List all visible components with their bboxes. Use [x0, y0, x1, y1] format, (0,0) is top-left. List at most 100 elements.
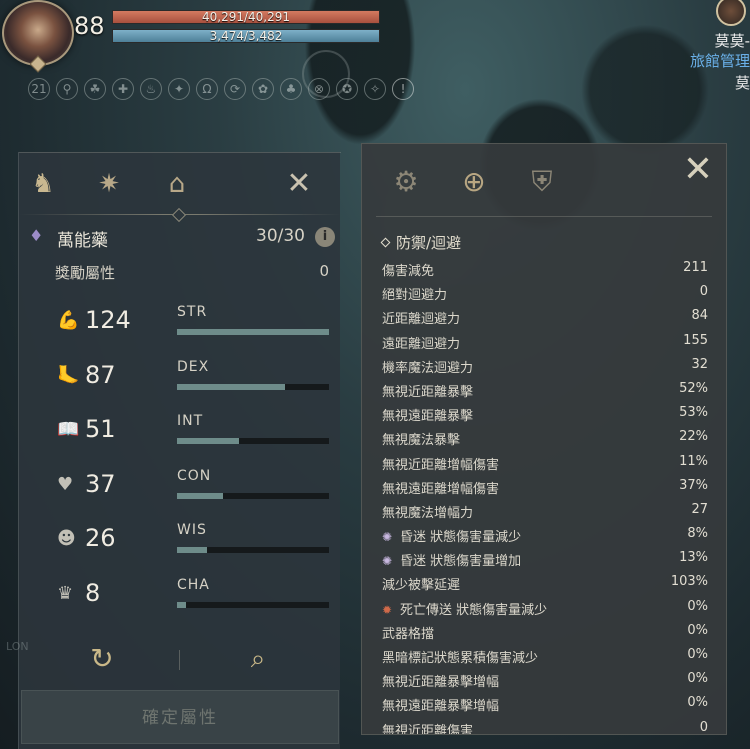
- stat-label-text: 無視遠距離增幅傷害: [382, 481, 500, 497]
- stat-label-text: 死亡傳送 狀態傷害量減少: [400, 602, 548, 618]
- compass-star-icon[interactable]: ✷: [89, 164, 129, 204]
- buff-icon[interactable]: ⚲: [56, 78, 78, 100]
- stat-row[interactable]: ✺ 昏迷 狀態傷害量減少 8%: [382, 524, 708, 548]
- helmet-icon[interactable]: ♞: [23, 164, 63, 204]
- stat-value: 84: [691, 308, 708, 324]
- buff-icon[interactable]: ✦: [168, 78, 190, 100]
- attribute-bar: [177, 438, 329, 444]
- stat-row[interactable]: 絕對迴避力 0: [382, 282, 708, 306]
- stat-value: 32: [691, 356, 708, 372]
- buff-icon[interactable]: ✚: [112, 78, 134, 100]
- stat-row[interactable]: 減少被擊延遲 103%: [382, 572, 708, 596]
- stat-row[interactable]: 無視魔法暴擊 22%: [382, 427, 708, 451]
- helmet-shield-icon[interactable]: ⛨: [520, 160, 564, 204]
- stat-row[interactable]: 無視近距離暴擊增幅 0%: [382, 669, 708, 693]
- stun-icon: ✺: [382, 530, 393, 545]
- attribute-bar: [177, 383, 329, 390]
- potion-name: 萬能藥: [57, 231, 108, 251]
- attribute-name: DEX: [177, 358, 210, 375]
- stat-row[interactable]: 武器格擋 0%: [382, 621, 708, 645]
- stat-label: 無視近距離增幅傷害: [382, 454, 499, 473]
- stat-label: 傷害減免: [382, 260, 434, 279]
- tab-divider: [19, 214, 341, 215]
- attribute-row-cha: ♛ 8 CHA: [57, 577, 337, 617]
- stat-row[interactable]: 無視近距離增幅傷害 11%: [382, 452, 708, 476]
- stat-row[interactable]: 無視遠距離增幅傷害 37%: [382, 476, 708, 500]
- attribute-bar: [177, 601, 329, 608]
- attribute-row-str: 💪 124 STR: [57, 304, 337, 344]
- stat-value: 211: [683, 260, 708, 275]
- stat-label: 無視近距離暴擊增幅: [382, 671, 499, 690]
- helmet-plus-icon[interactable]: ⊕: [452, 160, 496, 204]
- confirm-attributes-button[interactable]: 確定屬性: [21, 690, 339, 744]
- stat-row[interactable]: ✹ 死亡傳送 狀態傷害量減少 0%: [382, 597, 708, 621]
- stat-label: 遠距離迴避力: [382, 333, 460, 352]
- buff-icon[interactable]: !: [392, 78, 414, 100]
- stat-label-text: 無視近距離傷害: [382, 723, 474, 735]
- attribute-row-int: 📖 51 INT: [57, 413, 337, 453]
- stat-label: ✹ 死亡傳送 狀態傷害量減少: [382, 599, 547, 618]
- stat-value: 0%: [687, 598, 708, 614]
- stat-label: ✺ 昏迷 狀態傷害量增加: [382, 550, 521, 569]
- stat-row[interactable]: 機率魔法迴避力 32: [382, 355, 708, 379]
- stat-row[interactable]: 傷害減免 211: [382, 258, 708, 282]
- buff-icon[interactable]: 21: [28, 78, 50, 100]
- stat-value: 53%: [679, 405, 708, 421]
- stat-value: 0%: [687, 671, 708, 687]
- stat-row[interactable]: 遠距離迴避力 155: [382, 331, 708, 355]
- attribute-value: 37: [85, 469, 116, 498]
- npc-avatar[interactable]: [716, 0, 746, 26]
- character-portrait[interactable]: [2, 0, 74, 66]
- attribute-value: 26: [85, 524, 116, 552]
- stat-row[interactable]: 無視遠距離暴擊增幅 0%: [382, 693, 708, 717]
- stat-row[interactable]: 無視近距離暴擊 52%: [382, 379, 708, 403]
- buff-icon[interactable]: ☘: [84, 78, 106, 100]
- attribute-value: 124: [85, 306, 131, 334]
- stat-value: 27: [691, 501, 708, 517]
- stat-label-text: 無視近距離暴擊增幅: [382, 675, 500, 691]
- stat-row[interactable]: 無視遠距離暴擊 53%: [382, 403, 708, 427]
- reset-icon[interactable]: ↻: [85, 642, 119, 676]
- attribute-value: 87: [85, 360, 116, 389]
- attribute-bar-fill: [177, 329, 329, 335]
- diamond-icon: [380, 237, 391, 248]
- stat-row[interactable]: 無視魔法增幅力 27: [382, 500, 708, 524]
- npc-name: 莫莫-: [714, 32, 750, 50]
- stat-row[interactable]: ✺ 昏迷 狀態傷害量增加 13%: [382, 548, 708, 572]
- info-icon[interactable]: i: [315, 227, 335, 247]
- buff-icon[interactable]: ✿: [252, 78, 274, 100]
- search-icon[interactable]: ⌕: [241, 642, 275, 676]
- stat-label-text: 傷害減免: [382, 264, 435, 279]
- character-level: 88: [74, 12, 105, 40]
- buff-icon[interactable]: ♣: [280, 78, 302, 100]
- death-teleport-icon: ✹: [382, 602, 393, 617]
- close-icon[interactable]: ✕: [676, 148, 720, 192]
- stat-row[interactable]: 近距離迴避力 84: [382, 306, 708, 330]
- attribute-bar-fill: [177, 438, 240, 444]
- mp-bar: 3,474/3,482: [112, 29, 380, 43]
- helmet-gear-icon[interactable]: ⚙: [384, 160, 428, 204]
- side-faded-label: LON: [6, 640, 29, 653]
- stat-value: 22%: [679, 429, 708, 445]
- attribute-row-wis: ☻ 26 WIS: [57, 522, 337, 562]
- buff-icon[interactable]: Ω: [196, 78, 218, 100]
- stat-label-text: 近距離迴避力: [382, 312, 461, 328]
- npc-nameplate[interactable]: 莫莫- 旅館管理 莫: [690, 0, 750, 92]
- stat-label-text: 減少被擊延遲: [382, 578, 461, 594]
- stun-icon: ✺: [382, 554, 393, 569]
- house-icon[interactable]: ⌂: [157, 164, 197, 204]
- stat-value: 155: [683, 332, 708, 348]
- attribute-bar: [177, 329, 329, 335]
- attribute-actions: ↻ ⌕: [19, 642, 341, 682]
- stat-row[interactable]: 無視近距離傷害 0: [382, 718, 708, 735]
- stat-row[interactable]: 黑暗標記狀態累積傷害減少 0%: [382, 645, 708, 669]
- close-icon[interactable]: ✕: [279, 164, 319, 204]
- buff-icon[interactable]: ⟳: [224, 78, 246, 100]
- buff-icon[interactable]: ♨: [140, 78, 162, 100]
- stat-value: 11%: [679, 453, 708, 469]
- attribute-tabs: ♞ ✷ ⌂ ✕: [19, 152, 341, 216]
- stat-value: 103%: [670, 574, 708, 590]
- stat-list[interactable]: 傷害減免 211 絕對迴避力 0 近距離迴避力 84 遠距離迴避力 155 機率魔法迴避力 32 無…: [382, 258, 708, 735]
- buff-icon[interactable]: ✧: [364, 78, 386, 100]
- attribute-bar-fill: [177, 547, 208, 553]
